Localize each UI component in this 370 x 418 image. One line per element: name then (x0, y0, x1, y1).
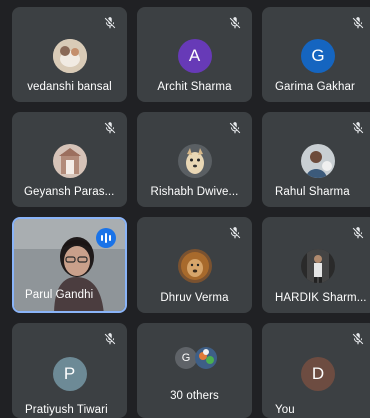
participant-name: 30 others (170, 390, 219, 402)
participant-name: You (275, 404, 295, 416)
avatar-person-dark-photo (301, 249, 335, 283)
participant-tile-archit[interactable]: A Archit Sharma (137, 7, 252, 102)
avatar-letter: D (301, 357, 335, 391)
mic-off-icon (104, 333, 116, 345)
participant-name: Geyansh Paras... (24, 186, 115, 198)
mic-off-icon (352, 227, 364, 239)
participant-tile-hardik[interactable]: HARDIK Sharm... (262, 217, 370, 313)
participant-tile-rahul[interactable]: Rahul Sharma (262, 112, 370, 207)
audio-level-icon (96, 228, 116, 248)
avatar-letter: P (52, 357, 87, 391)
participant-name: Rahul Sharma (275, 186, 350, 198)
avatar-letter: G (175, 347, 197, 369)
participant-tile-garima[interactable]: G Garima Gakhar (262, 7, 370, 102)
mic-off-icon (352, 333, 364, 345)
participant-name: Garima Gakhar (275, 81, 355, 93)
participant-name: Pratiyush Tiwari (25, 404, 108, 416)
participant-tile-parul-video[interactable]: Parul Gandhi (12, 217, 127, 313)
participant-name: Dhruv Verma (160, 292, 229, 304)
participant-tile-vedanshi[interactable]: vedanshi bansal (12, 7, 127, 102)
mic-off-icon (352, 17, 364, 29)
avatar-lion-photo (177, 249, 212, 283)
avatar-dog-photo (177, 144, 212, 178)
avatar-letter: G (301, 39, 335, 73)
participant-name: vedanshi bansal (27, 81, 112, 93)
participant-tile-geyansh[interactable]: Geyansh Paras... (12, 112, 127, 207)
participant-name: HARDIK Sharm... (275, 292, 367, 304)
mic-off-icon (104, 17, 116, 29)
participant-name: Archit Sharma (157, 81, 232, 93)
participant-name: Parul Gandhi (25, 289, 94, 301)
avatar-letter: A (177, 39, 212, 73)
participant-tile-dhruv[interactable]: Dhruv Verma (137, 217, 252, 313)
mic-off-icon (229, 227, 241, 239)
avatar-person-photo (301, 144, 335, 178)
participant-tile-rishabh[interactable]: Rishabh Dwive... (137, 112, 252, 207)
participant-tile-others[interactable]: G 30 others (137, 323, 252, 418)
mic-off-icon (352, 122, 364, 134)
mic-off-icon (229, 17, 241, 29)
mic-off-icon (104, 122, 116, 134)
mic-off-icon (229, 122, 241, 134)
avatar-building-photo (52, 144, 87, 178)
participant-name: Rishabh Dwive... (150, 186, 239, 198)
participant-grid: vedanshi bansal A Archit Sharma G Garima… (0, 0, 370, 418)
avatar-group-photo (195, 347, 217, 369)
avatar-plush-photo (52, 39, 87, 73)
participant-tile-pratiyush[interactable]: P Pratiyush Tiwari (12, 323, 127, 418)
participant-tile-you[interactable]: D You (262, 323, 370, 418)
